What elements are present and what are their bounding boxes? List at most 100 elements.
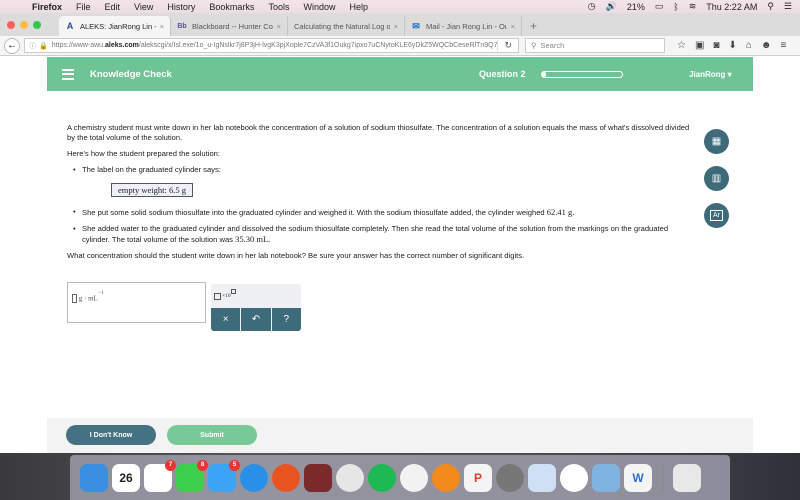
math-keypad: ×10 × ↶ ? xyxy=(211,284,301,331)
close-tab-icon[interactable]: × xyxy=(511,22,515,31)
submit-button[interactable]: Submit xyxy=(167,425,257,445)
dock-firefox-icon[interactable] xyxy=(272,463,300,492)
dock-system-preferences-icon[interactable] xyxy=(496,463,524,492)
volume-icon[interactable]: 🔊 xyxy=(606,1,617,12)
close-tab-icon[interactable]: × xyxy=(160,22,164,31)
menu-bookmarks[interactable]: Bookmarks xyxy=(209,2,254,12)
user-menu[interactable]: JianRong ▾ xyxy=(689,70,732,79)
menu-icon[interactable]: ≡ xyxy=(780,40,786,51)
dock-safari-icon[interactable] xyxy=(240,463,268,492)
dock-finder-icon[interactable] xyxy=(80,463,108,492)
bookmark-star-icon[interactable]: ☆ xyxy=(677,40,686,51)
dock-messages-icon[interactable]: 5 xyxy=(208,459,240,492)
mass-value: 62.41 g. xyxy=(546,207,575,217)
reload-button[interactable]: ↻ xyxy=(497,40,518,51)
tab-label: ALEKS: JianRong Lin - Kno... xyxy=(80,21,156,31)
minimize-window-button[interactable] xyxy=(20,21,28,29)
battery-percent[interactable]: 21% xyxy=(627,2,645,12)
clear-icon: × xyxy=(222,314,229,325)
unit-exponent: −1 xyxy=(97,290,104,296)
close-tab-icon[interactable]: × xyxy=(394,22,398,31)
menu-view[interactable]: View xyxy=(134,2,153,12)
close-tab-icon[interactable]: × xyxy=(277,22,281,31)
nav-bar: ← ⓘ 🔒 https://www-awu. aleks.com/alekscgi… xyxy=(0,36,800,56)
sci-label: ×10 xyxy=(222,293,231,299)
answer-input[interactable]: g · mL−1 xyxy=(67,282,206,323)
back-button[interactable]: ← xyxy=(4,37,20,54)
dock-word-icon[interactable]: W xyxy=(624,463,652,492)
home-icon[interactable]: ⌂ xyxy=(746,40,752,51)
chat-icon[interactable]: ☻ xyxy=(761,40,772,51)
dock-wps-icon[interactable]: P xyxy=(464,463,492,492)
answer-placeholder-box[interactable] xyxy=(72,294,77,304)
url-path: /alekscgi/x/Isl.exe/1o_u-IgNslkr7j8P3jH-… xyxy=(138,42,498,49)
chart-button[interactable]: ▥ xyxy=(704,166,729,191)
lock-icon: 🔒 xyxy=(39,42,48,50)
window-controls xyxy=(7,21,41,29)
menu-history[interactable]: History xyxy=(167,2,195,12)
clear-button[interactable]: × xyxy=(211,308,241,331)
tab-outlook[interactable]: ✉ Mail - Jian Rong Lin - Outlook × xyxy=(405,16,522,36)
progress-bar xyxy=(541,70,623,78)
dock-icon-text: P xyxy=(473,470,482,485)
spotlight-icon[interactable]: ⚲ xyxy=(767,1,774,12)
bullet-text: She put some solid sodium thiosulfate in… xyxy=(82,208,547,217)
clock[interactable]: Thu 2:22 AM xyxy=(706,2,757,12)
dock-separator xyxy=(662,462,663,493)
dock-chrome-icon[interactable] xyxy=(336,463,364,492)
search-placeholder: Search xyxy=(540,41,565,50)
tab-label: Mail - Jian Rong Lin - Outlook xyxy=(426,21,507,31)
arrow-left-icon: ← xyxy=(7,40,17,51)
close-window-button[interactable] xyxy=(7,21,15,29)
notification-badge: 5 xyxy=(229,459,240,471)
exponent-box xyxy=(230,288,236,294)
dock-mail-app-icon[interactable] xyxy=(592,463,620,492)
undo-icon: ↶ xyxy=(251,314,261,325)
help-button[interactable]: ? xyxy=(270,308,301,331)
dock-spotify-icon[interactable] xyxy=(368,463,396,492)
dock-photo-booth-icon[interactable] xyxy=(304,463,332,492)
sci-notation-button[interactable]: ×10 xyxy=(211,284,301,308)
menu-file[interactable]: File xyxy=(76,2,91,12)
dock-itunes-icon[interactable] xyxy=(400,463,428,492)
info-icon[interactable]: ⓘ xyxy=(29,41,36,51)
hamburger-menu-icon[interactable] xyxy=(62,68,74,80)
answer-unit: g · mL xyxy=(78,294,98,303)
dock-calendar-icon[interactable]: 26 xyxy=(112,463,140,492)
time-machine-icon[interactable]: ◷ xyxy=(588,1,596,12)
dock-ibooks-icon[interactable] xyxy=(432,463,460,492)
menu-help[interactable]: Help xyxy=(349,2,368,12)
new-tab-button[interactable]: + xyxy=(530,19,537,33)
zoom-window-button[interactable] xyxy=(33,21,41,29)
aleks-favicon-icon: A xyxy=(66,21,74,31)
tab-natural-log[interactable]: Calculating the Natural Log of a ... × xyxy=(288,16,405,36)
wifi-icon[interactable]: ≋ xyxy=(689,1,697,12)
calculator-button[interactable]: ▦ xyxy=(704,129,729,154)
menu-tools[interactable]: Tools xyxy=(268,2,289,12)
dock-trash-icon[interactable] xyxy=(673,463,701,492)
menu-app[interactable]: Firefox xyxy=(32,2,62,12)
question-prep: Here's how the student prepared the solu… xyxy=(67,149,220,158)
undo-button[interactable]: ↶ xyxy=(240,308,271,331)
dont-know-button[interactable]: I Don't Know xyxy=(66,425,156,445)
dock-reminders-icon[interactable]: 7 xyxy=(144,459,176,492)
search-input[interactable]: ⚲ Search xyxy=(525,38,665,53)
bluetooth-icon[interactable]: ᛒ xyxy=(673,2,678,12)
pocket-icon[interactable]: ◙ xyxy=(713,40,719,51)
notification-center-icon[interactable]: ☰ xyxy=(784,1,792,12)
periodic-table-button[interactable]: Ar xyxy=(704,203,729,228)
tab-blackboard[interactable]: Bb Blackboard -- Hunter College × xyxy=(171,16,288,36)
download-icon[interactable]: ⬇ xyxy=(728,40,736,51)
progress-fill xyxy=(542,71,546,77)
tool-buttons: ▦ ▥ Ar xyxy=(704,129,729,228)
tab-aleks[interactable]: A ALEKS: JianRong Lin - Kno... × xyxy=(59,16,171,36)
menu-edit[interactable]: Edit xyxy=(105,2,121,12)
bullet-weigh: She put some solid sodium thiosulfate in… xyxy=(67,207,697,218)
dock-preview-icon[interactable] xyxy=(528,463,556,492)
dock-photos-icon[interactable] xyxy=(560,463,588,492)
dock-facetime-icon[interactable]: 8 xyxy=(176,459,208,492)
menu-window[interactable]: Window xyxy=(303,2,335,12)
calculator-icon: ▦ xyxy=(711,136,722,147)
url-bar[interactable]: ⓘ 🔒 https://www-awu. aleks.com/alekscgi/x… xyxy=(24,38,519,53)
reading-list-icon[interactable]: ▣ xyxy=(695,40,704,51)
